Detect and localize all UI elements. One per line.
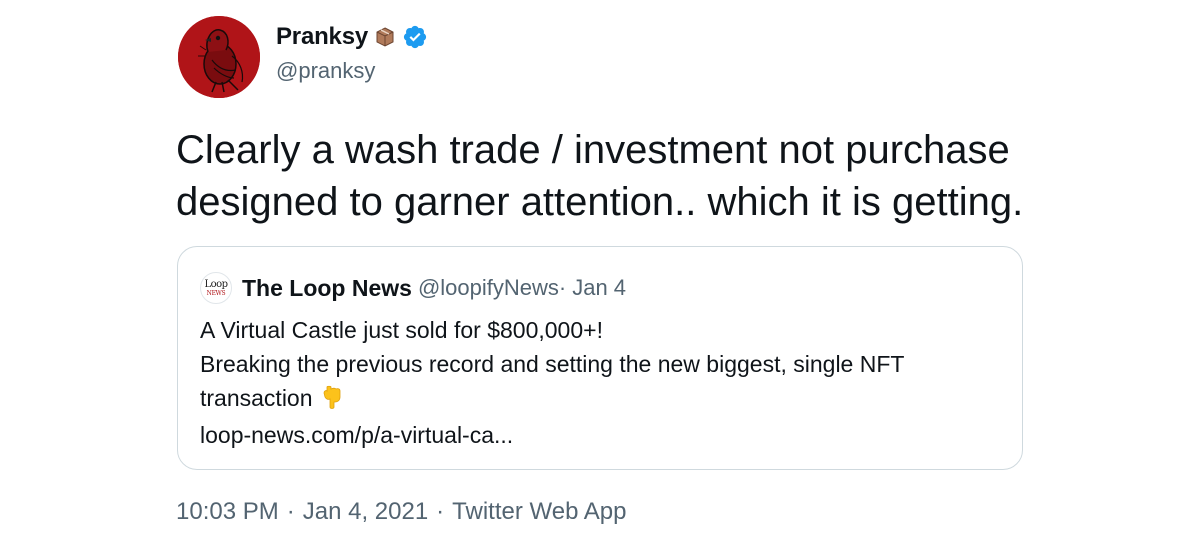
author-name-row: Pranksy xyxy=(276,22,428,52)
author-name[interactable]: Pranksy xyxy=(276,23,368,51)
tweet-text-line: Clearly a wash trade / investment not pu… xyxy=(176,128,1010,172)
meta-separator: · xyxy=(286,498,295,525)
tweet-date[interactable]: Jan 4, 2021 xyxy=(303,498,428,525)
package-icon xyxy=(374,26,396,48)
quoted-tweet-body: A Virtual Castle just sold for $800,000+… xyxy=(200,313,1000,452)
quoted-text-line: Breaking the previous record and setting… xyxy=(200,351,905,377)
pointing-down-hand-icon xyxy=(321,384,343,418)
quoted-author-name: The Loop News xyxy=(242,274,412,301)
quoted-tweet-header: Loop NEWS The Loop News @loopifyNews · J… xyxy=(200,272,626,304)
quoted-text-line: transaction xyxy=(200,385,313,411)
tweet-text-line: designed to garner attention.. which it … xyxy=(176,180,1024,224)
tweet-container: Pranksy @pranksy Clearly a wash trade / … xyxy=(0,0,1200,545)
quoted-link[interactable]: loop-news.com/p/a-virtual-ca... xyxy=(200,418,1000,452)
quoted-avatar-line2: NEWS xyxy=(206,289,226,297)
quoted-text-line-with-emoji: transaction xyxy=(200,381,1000,418)
tweet-meta: 10:03 PM · Jan 4, 2021 · Twitter Web App xyxy=(176,498,626,526)
quoted-tweet-card[interactable]: Loop NEWS The Loop News @loopifyNews · J… xyxy=(177,246,1023,470)
author-handle[interactable]: @pranksy xyxy=(276,58,375,84)
quoted-author-avatar: Loop NEWS xyxy=(200,272,232,304)
tweet-source[interactable]: Twitter Web App xyxy=(452,498,626,525)
quoted-date: Jan 4 xyxy=(572,275,627,300)
quoted-avatar-line1: Loop xyxy=(204,278,228,290)
tweet-text: Clearly a wash trade / investment not pu… xyxy=(176,124,1076,228)
quoted-author-handle: @loopifyNews xyxy=(417,275,559,300)
quoted-separator: · xyxy=(558,275,567,300)
meta-separator: · xyxy=(436,498,445,525)
author-avatar[interactable] xyxy=(178,16,260,98)
tweet-timestamp[interactable]: 10:03 PM xyxy=(176,498,279,525)
pigeon-illustration-icon xyxy=(178,16,260,98)
quoted-text-line: A Virtual Castle just sold for $800,000+… xyxy=(200,317,603,343)
verified-badge-icon xyxy=(402,24,428,50)
